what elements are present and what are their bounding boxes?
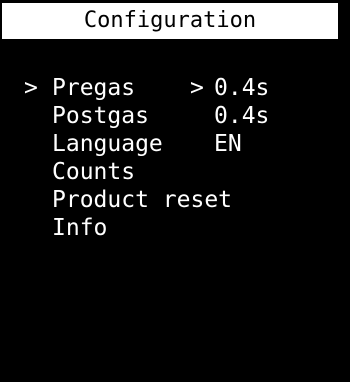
config-menu: > Pregas > 0.4s Postgas 0.4s Language EN… [0, 74, 350, 242]
selection-cursor: > [24, 75, 38, 101]
lcd-screen: Configuration > Pregas > 0.4s Postgas 0.… [0, 0, 350, 247]
menu-item-value: 0.4s [214, 103, 270, 129]
menu-item-label: Product reset [52, 187, 233, 213]
menu-item-pregas[interactable]: > Pregas > 0.4s [0, 74, 350, 102]
menu-item-label: Info [52, 215, 108, 241]
title-bar: Configuration [2, 3, 338, 39]
screen-title: Configuration [83, 8, 257, 33]
menu-item-value: 0.4s [214, 75, 270, 101]
menu-item-info[interactable]: Info [0, 214, 350, 242]
menu-item-label: Pregas [52, 75, 136, 101]
menu-item-value: EN [214, 131, 242, 157]
menu-item-label: Language [52, 131, 163, 157]
menu-item-postgas[interactable]: Postgas 0.4s [0, 102, 350, 130]
menu-item-label: Postgas [52, 103, 149, 129]
menu-item-counts[interactable]: Counts [0, 158, 350, 186]
menu-item-language[interactable]: Language EN [0, 130, 350, 158]
menu-item-product-reset[interactable]: Product reset [0, 186, 350, 214]
menu-item-label: Counts [52, 159, 136, 185]
value-edit-cursor: > [190, 75, 204, 101]
